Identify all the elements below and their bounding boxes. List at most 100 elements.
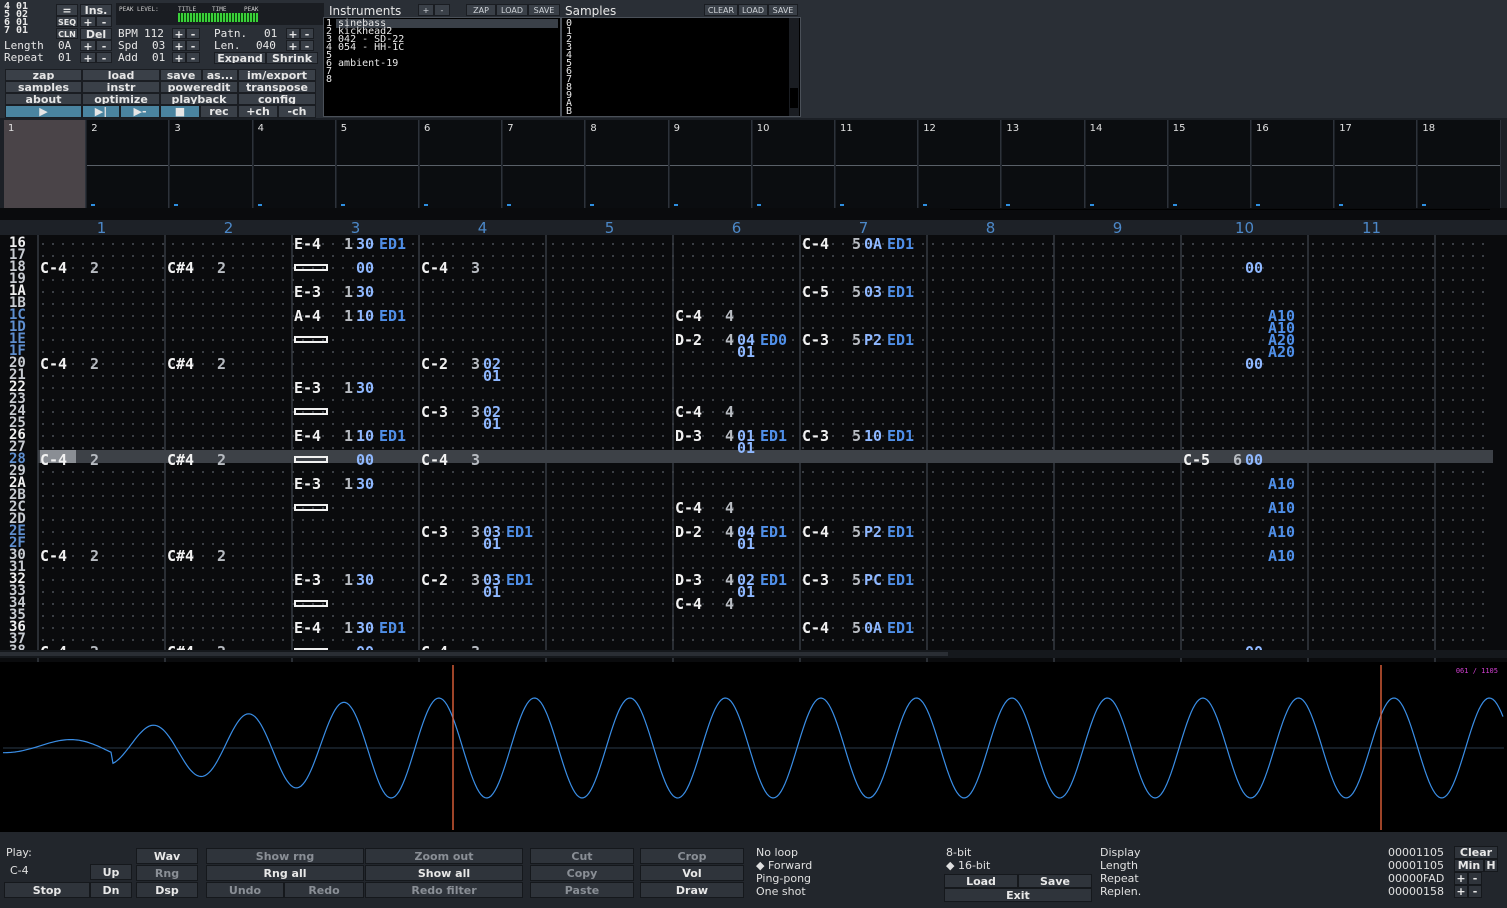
pattern-hscrollbar[interactable] (0, 650, 1507, 658)
channel-scope[interactable]: 4 (253, 120, 336, 208)
channel-scope[interactable]: 5 (336, 120, 419, 208)
pattern-note[interactable]: C#4 (167, 453, 194, 468)
repeat-minus-button[interactable]: - (1468, 872, 1482, 885)
load-button[interactable]: load (82, 69, 160, 81)
zap-button[interactable]: zap (5, 69, 82, 81)
im-export-button[interactable]: im/export (238, 69, 316, 81)
ins-button[interactable]: Ins. (80, 4, 112, 16)
pattern-note[interactable]: C-4 (802, 525, 829, 540)
crop-button[interactable]: Crop (640, 848, 744, 864)
redo-filter-button[interactable]: Redo filter (365, 882, 523, 898)
channel-scope[interactable]: 16 (1252, 120, 1335, 208)
instr-remove-button[interactable]: - (434, 4, 450, 16)
channel-header[interactable]: 9 (1054, 221, 1181, 236)
pattern-instrument[interactable]: 4 (725, 405, 734, 420)
pattern-effect[interactable]: ED1 (506, 525, 533, 540)
up-button[interactable]: Up (90, 864, 132, 880)
pattern-instrument[interactable]: 3 (471, 405, 480, 420)
dsp-button[interactable]: Dsp (136, 882, 198, 898)
range-all-button[interactable]: Rng all (206, 865, 364, 881)
clear-sample-button[interactable]: Clear (1454, 846, 1498, 859)
repeat-plus-button[interactable]: + (1454, 872, 1468, 885)
sample-load-button2[interactable]: Load (944, 874, 1018, 888)
pattern-volume[interactable]: 30 (356, 477, 374, 492)
rng-button[interactable]: Rng (136, 865, 198, 881)
pattern-effect[interactable]: ED0 (760, 333, 787, 348)
show-all-button[interactable]: Show all (365, 865, 523, 881)
pattern-instrument[interactable]: 4 (725, 333, 734, 348)
pattern-note[interactable]: C#4 (167, 261, 194, 276)
channel-scope[interactable]: 1 (4, 120, 87, 208)
pattern-note[interactable]: C-2 (421, 357, 448, 372)
pattern-instrument[interactable]: 3 (471, 357, 480, 372)
channel-header[interactable]: 4 (419, 221, 546, 236)
pattern-editor[interactable]: 1 2 3 4 5 6 7 8 9 10 11 16 17 18 19 1A 1B 1C 1D 1E 1F 20 21 22 2… (0, 210, 1507, 662)
pattern-effect[interactable]: A10 (1268, 525, 1295, 540)
pattern-note[interactable]: C-4 (421, 261, 448, 276)
pattern-volume[interactable]: 01 (737, 345, 755, 360)
pattern-volume[interactable]: 01 (737, 441, 755, 456)
loop-none-radio[interactable]: No loop (756, 846, 798, 859)
play-pattern-button[interactable]: ▶| (82, 105, 120, 118)
paste-button[interactable]: Paste (530, 882, 634, 898)
repeat-plus[interactable]: + (80, 52, 96, 63)
wav-button[interactable]: Wav (136, 848, 198, 864)
channel-scope[interactable]: 15 (1168, 120, 1251, 208)
note-off[interactable] (294, 264, 328, 271)
pattern-instrument[interactable]: 5 (852, 429, 861, 444)
pattern-instrument[interactable]: 3 (471, 573, 480, 588)
pattern-effect[interactable]: ED1 (887, 237, 914, 252)
pattern-note[interactable]: C-3 (802, 573, 829, 588)
pattern-instrument[interactable]: 1 (344, 621, 353, 636)
config-button[interactable]: config (238, 93, 316, 105)
pattern-volume[interactable]: 0A (864, 237, 882, 252)
pattern-volume[interactable]: 30 (356, 621, 374, 636)
sample-waveform[interactable]: 061 / 1105 (3, 665, 1504, 830)
add-channel-button[interactable]: +ch (238, 105, 278, 118)
note-off[interactable] (294, 600, 328, 607)
pattern-instrument[interactable]: 2 (90, 453, 99, 468)
pattern-volume[interactable]: P2 (864, 333, 882, 348)
copy-button[interactable]: Copy (530, 865, 634, 881)
len-minus[interactable]: - (300, 40, 314, 51)
pattern-instrument[interactable]: 2 (217, 549, 226, 564)
pattern-note[interactable]: C-4 (675, 597, 702, 612)
pattern-instrument[interactable]: 5 (852, 333, 861, 348)
replen-plus-button[interactable]: + (1454, 885, 1468, 898)
record-button[interactable]: rec (200, 105, 238, 118)
channel-header[interactable]: 10 (1181, 221, 1308, 236)
pattern-note[interactable]: D-2 (675, 525, 702, 540)
pattern-note[interactable]: E-4 (294, 237, 321, 252)
dn-button[interactable]: Dn (90, 882, 132, 898)
pattern-effect[interactable]: A10 (1268, 477, 1295, 492)
channel-scope[interactable]: 3 (170, 120, 253, 208)
channel-header[interactable]: 3 (292, 221, 419, 236)
channel-header[interactable]: 7 (800, 221, 927, 236)
pattern-volume[interactable]: 00 (356, 261, 374, 276)
pattern-volume[interactable]: 00 (356, 453, 374, 468)
patn-plus[interactable]: + (286, 28, 300, 39)
show-range-button[interactable]: Show rng (206, 848, 364, 864)
pattern-instrument[interactable]: 3 (471, 525, 480, 540)
replen-minus-button[interactable]: - (1468, 885, 1482, 898)
shrink-button[interactable]: Shrink (266, 52, 318, 64)
channel-scope[interactable]: 14 (1085, 120, 1168, 208)
pattern-note[interactable]: E-3 (294, 477, 321, 492)
channel-header[interactable]: 2 (165, 221, 292, 236)
pattern-hscroll-thumb[interactable] (0, 652, 948, 656)
pattern-note[interactable]: C-4 (675, 405, 702, 420)
stop-sample-button[interactable]: Stop (4, 882, 90, 898)
len-plus[interactable]: + (286, 40, 300, 51)
pattern-instrument[interactable]: 2 (217, 261, 226, 276)
pattern-volume[interactable]: 0A (864, 621, 882, 636)
pattern-volume[interactable]: 00 (1245, 357, 1263, 372)
length-minus[interactable]: - (96, 40, 112, 51)
pattern-effect[interactable]: ED1 (379, 429, 406, 444)
pattern-effect[interactable]: ED1 (887, 285, 914, 300)
spd-plus[interactable]: + (172, 40, 186, 51)
pattern-note[interactable]: D-3 (675, 429, 702, 444)
add-minus[interactable]: - (186, 52, 200, 63)
playback-button[interactable]: playback (160, 93, 238, 105)
undo-button[interactable]: Undo (206, 882, 284, 898)
note-off[interactable] (294, 456, 328, 463)
